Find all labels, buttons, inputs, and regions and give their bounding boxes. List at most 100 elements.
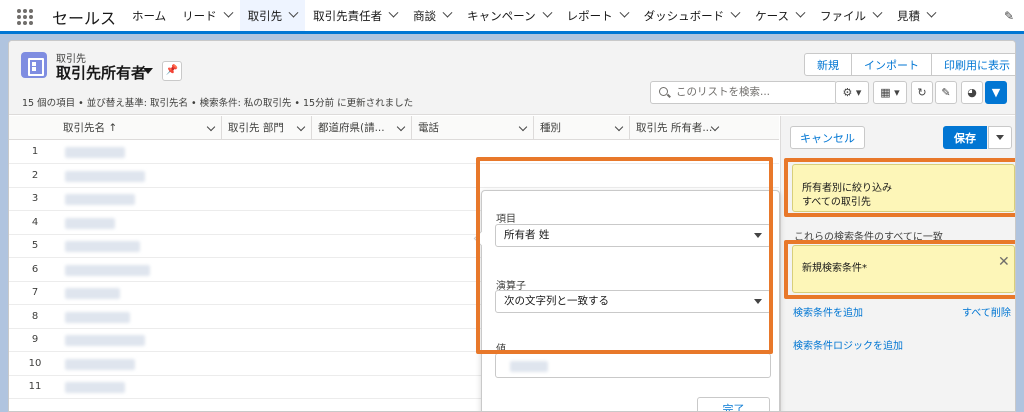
chevron-down-icon[interactable] [730,7,741,18]
redacted-account-name [65,358,135,370]
row-number: 11 [28,381,42,392]
chevron-down-icon[interactable] [518,122,528,132]
nav-tab[interactable]: 商談 [405,0,459,31]
redacted-account-name [65,194,135,205]
list-view-card: 取引先 取引先所有者 📌 新規 インポート 印刷用に表示 15 個の項目 • 並… [8,40,1016,412]
redacted-account-name [65,264,150,276]
list-search-input[interactable]: このリストを検索... [650,81,837,104]
chevron-down-icon[interactable] [296,122,306,132]
chevron-down-icon[interactable] [795,7,806,18]
nav-tab[interactable]: ホーム [124,0,174,31]
row-number: 7 [31,287,39,298]
done-button[interactable]: 完了 [697,397,770,411]
cancel-button[interactable]: キャンセル [790,126,865,149]
chevron-down-icon[interactable] [926,7,937,18]
owner-filter-title: 所有者別に絞り込み [802,183,892,194]
match-all-label: これらの検索条件のすべてに一致 [794,232,943,243]
search-icon [659,87,668,96]
owner-filter-card[interactable]: 所有者別に絞り込み すべての取引先 [792,164,1015,212]
nav-tab[interactable]: キャンペーン [459,0,558,31]
nav-tabs: ホーム リード 取引先 取引先責任者 商談 キャンペーン レポート ダッシュボード ケース ファイ… [124,0,943,34]
chevron-down-icon[interactable] [396,122,406,132]
chevron-down-icon[interactable] [988,126,1012,149]
value-input[interactable] [495,353,771,378]
chevron-down-icon[interactable] [388,7,399,18]
redacted-account-name [65,382,125,393]
filter-icon[interactable]: ▼ [985,81,1007,104]
header-actions: 新規 インポート 印刷用に表示 [804,53,1015,76]
chevron-down-icon[interactable] [223,7,234,18]
nav-tab[interactable]: ケース [747,0,812,31]
chevron-down-icon[interactable] [542,7,553,18]
new-condition-card[interactable]: 新規検索条件* ✕ [792,245,1015,293]
chart-icon[interactable]: ◕ [961,81,983,104]
add-filter-link[interactable]: 検索条件を追加 [793,304,863,319]
redacted-account-name [65,311,130,323]
nav-tab[interactable]: 取引先責任者 [305,0,405,31]
redacted-account-name [65,288,120,299]
new-condition-label: 新規検索条件* [802,263,867,274]
pencil-icon[interactable]: ✎ [935,81,957,104]
list-view-switcher-icon[interactable] [143,68,153,74]
column-header-account-name[interactable]: 取引先名 ↑ [57,116,221,140]
print-view-button[interactable]: 印刷用に表示 [932,53,1015,76]
chevron-down-icon[interactable] [442,7,453,18]
nav-tab[interactable]: ダッシュボード [636,0,748,31]
nav-tab[interactable]: リード [174,0,240,31]
app-launcher-icon[interactable] [17,9,33,25]
save-button[interactable]: 保存 [943,126,987,149]
global-nav: セールス ホーム リード 取引先 取引先責任者 商談 キャンペーン レポート ダッシュボードケ… [0,0,1024,34]
new-button[interactable]: 新規 [804,53,852,76]
add-filter-logic-link[interactable]: 検索条件ロジックを追加 [793,337,903,352]
column-header-owner[interactable]: 取引先 所有者... [629,116,725,140]
chevron-down-icon[interactable] [619,7,630,18]
account-icon [21,52,47,78]
table-row[interactable]: 1 [9,141,779,164]
row-number: 1 [31,146,39,157]
column-header-type[interactable]: 種別 [533,116,629,140]
column-header-division[interactable]: 取引先 部門 [221,116,311,140]
import-button[interactable]: インポート [852,53,932,76]
row-number: 10 [28,357,42,369]
search-placeholder: このリストを検索... [676,86,771,98]
redacted-account-name [65,335,145,346]
table-header: 取引先名 ↑ 取引先 部門 都道府県(請... 電話 種別 取引先 所有者... [9,116,779,140]
refresh-icon[interactable]: ↻ [911,81,933,104]
chevron-down-icon[interactable] [614,122,624,132]
close-icon[interactable]: ✕ [998,254,1010,270]
operator-select[interactable]: 次の文字列と一致する [495,290,771,313]
pin-icon[interactable]: 📌 [162,61,182,81]
field-select[interactable]: 所有者 姓 [495,224,771,247]
column-header-prefecture[interactable]: 都道府県(請... [311,116,411,140]
nav-tab[interactable]: レポート [559,0,636,31]
table-row[interactable]: 2 [9,165,779,188]
chevron-down-icon[interactable] [206,122,216,132]
remove-all-link[interactable]: すべて削除 [962,304,1011,319]
chevron-down-icon [754,299,762,304]
chevron-down-icon[interactable] [872,7,883,18]
row-number: 5 [31,240,39,251]
row-number: 2 [31,169,39,181]
redacted-account-name [65,147,125,158]
row-number: 8 [31,310,39,322]
chevron-down-icon [754,233,762,238]
row-number: 6 [31,263,39,275]
redacted-account-name [65,217,115,229]
table-icon[interactable]: ▦ ▾ [873,81,907,104]
field-label: 項目 [496,214,516,225]
nav-tab[interactable]: 取引先 [239,0,306,34]
list-status: 15 個の項目 • 並び替え基準: 取引先名 • 検索条件: 私の取引先 • 1… [22,98,414,109]
row-number: 3 [31,193,39,204]
pencil-icon[interactable]: ✎ [1004,9,1014,23]
redacted-account-name [65,170,145,182]
filter-panel: キャンセル 保存 所有者別に絞り込み すべての取引先 これらの検索条件のすべてに… [780,116,1015,411]
gear-icon[interactable]: ⚙ ▾ [835,81,869,104]
column-header-phone[interactable]: 電話 [411,116,533,140]
chevron-down-icon[interactable] [288,7,299,18]
list-view-title[interactable]: 取引先所有者 [56,62,146,83]
redacted-value [510,361,548,372]
filter-edit-popover: 項目 所有者 姓 演算子 次の文字列と一致する 値 完了 [481,190,780,411]
nav-tab[interactable]: ファイル [812,0,889,31]
owner-filter-value: すべての取引先 [802,197,871,208]
nav-tab[interactable]: 見積 [889,0,943,31]
